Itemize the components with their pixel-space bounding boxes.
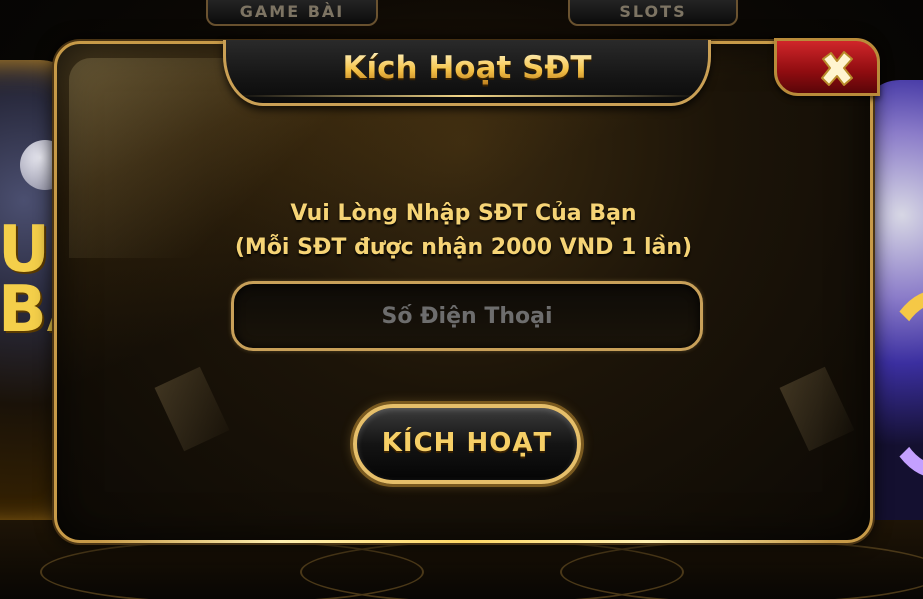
close-button[interactable] bbox=[774, 38, 880, 96]
game-lobby-screen: GAME BÀI SLOTS U BA Kích Hoạt SĐT Vui Lòn… bbox=[0, 0, 923, 599]
phone-input-frame bbox=[231, 281, 703, 351]
decor-shard bbox=[779, 366, 855, 452]
close-icon bbox=[821, 51, 853, 86]
activate-button[interactable]: KÍCH HOẠT bbox=[353, 404, 581, 484]
floor-ring bbox=[560, 540, 923, 599]
prompt-text: Vui Lòng Nhập SĐT Của Bạn (Mỗi SĐT được … bbox=[57, 197, 870, 265]
phone-number-input[interactable] bbox=[234, 284, 700, 348]
prompt-line-1: Vui Lòng Nhập SĐT Của Bạn bbox=[290, 201, 637, 226]
tab-game-bai[interactable]: GAME BÀI bbox=[206, 0, 378, 26]
prompt-line-2: (Mỗi SĐT được nhận 2000 VND 1 lần) bbox=[234, 235, 693, 260]
dialog-bottom-glow bbox=[97, 540, 830, 543]
activate-button-label: KÍCH HOẠT bbox=[381, 428, 553, 458]
dialog-title: Kích Hoạt SĐT bbox=[226, 50, 708, 86]
tab-slots[interactable]: SLOTS bbox=[568, 0, 738, 26]
dialog-title-plate: Kích Hoạt SĐT bbox=[223, 40, 711, 106]
activate-phone-dialog: Kích Hoạt SĐT Vui Lòng Nhập SĐT Của Bạn … bbox=[54, 38, 880, 543]
decor-shard bbox=[154, 366, 230, 452]
title-plate-highlight bbox=[236, 95, 698, 97]
